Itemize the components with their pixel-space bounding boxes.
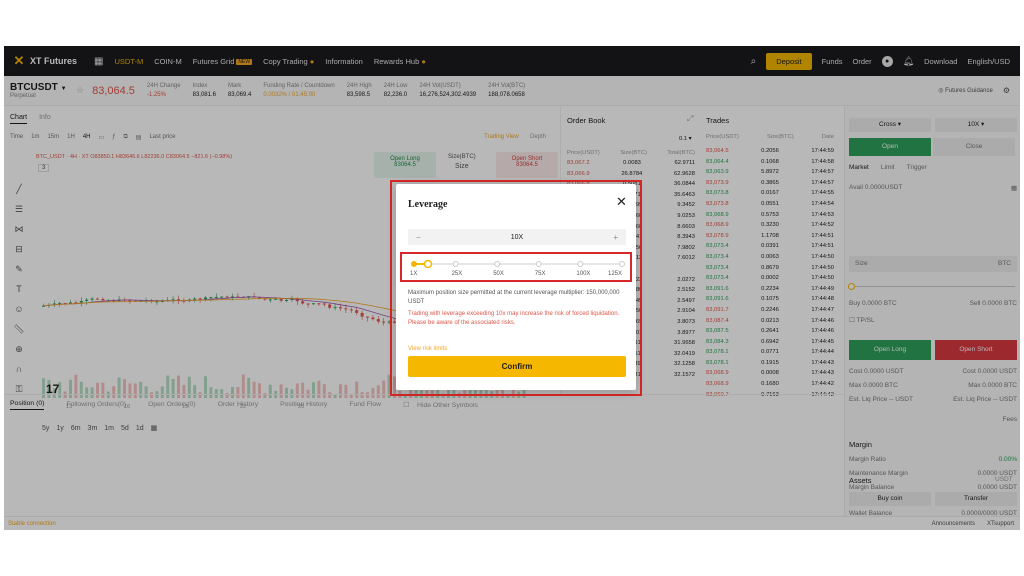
- slider-label: 1X: [410, 271, 418, 277]
- slider-label: 75X: [534, 271, 546, 277]
- slider-stop[interactable]: [452, 261, 459, 267]
- max-position-info: Maximum position size permitted at the c…: [408, 290, 620, 305]
- leverage-minus-button[interactable]: −: [416, 233, 421, 242]
- slider-stop[interactable]: [577, 261, 584, 267]
- leverage-plus-button[interactable]: +: [613, 233, 618, 242]
- leverage-input-value: 10X: [510, 233, 524, 241]
- slider-stop[interactable]: [411, 261, 417, 267]
- close-icon[interactable]: ✕: [616, 194, 627, 210]
- slider-label: 100X: [576, 271, 591, 277]
- leverage-slider[interactable]: [410, 258, 626, 272]
- leverage-input[interactable]: − 10X +: [408, 229, 626, 245]
- slider-stop[interactable]: [494, 261, 501, 267]
- slider-stop[interactable]: [619, 261, 625, 267]
- leverage-slider-highlight: 1X 25X 50X 75X 100X 125X: [400, 252, 632, 282]
- slider-label: 125X: [608, 271, 623, 277]
- leverage-modal: Leverage ✕ − 10X + 1X 25X 50X 75X 100X 125X M…: [396, 184, 636, 390]
- slider-label: 50X: [493, 271, 504, 277]
- app-window: ✕ XT Futures ▦ USDT-M COIN-M Futures Gri…: [4, 46, 1020, 530]
- risk-warning: Trading with leverage exceeding 10x may …: [408, 311, 620, 326]
- modal-title: Leverage: [408, 199, 448, 210]
- slider-stop[interactable]: [535, 261, 542, 267]
- confirm-button[interactable]: Confirm: [408, 356, 626, 377]
- slider-label: 25X: [451, 271, 463, 277]
- view-risk-limits-link[interactable]: View risk limits: [408, 346, 447, 352]
- slider-knob[interactable]: [423, 259, 433, 269]
